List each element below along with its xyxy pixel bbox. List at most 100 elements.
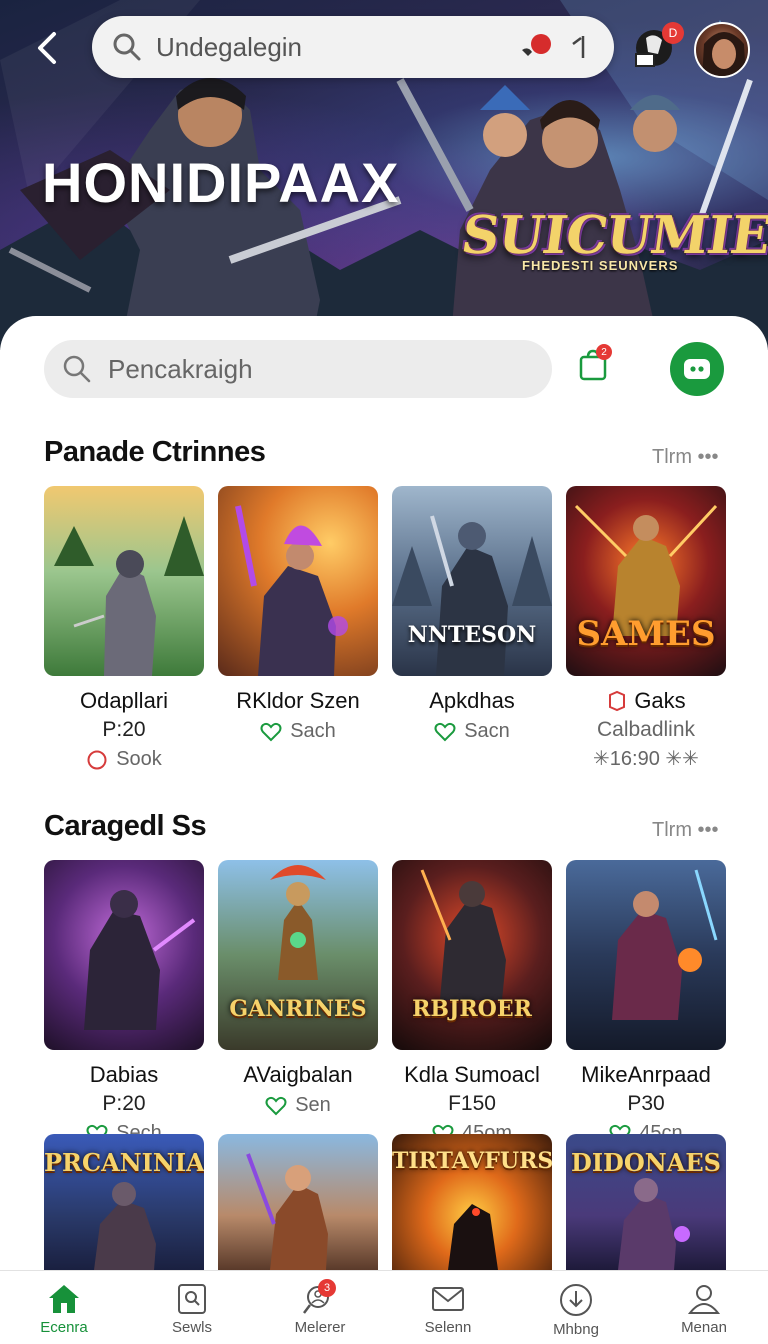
nav-social[interactable]: 3 Melerer: [256, 1271, 384, 1344]
bottom-navigation: Ecenra Sewls 3 Melerer Selenn Mhbng Mena…: [0, 1270, 768, 1344]
game-price: P:20: [102, 718, 146, 741]
heart-icon: [265, 1096, 287, 1115]
nav-social-label: Melerer: [294, 1319, 346, 1336]
search-input[interactable]: Pencakraigh: [44, 340, 552, 398]
game-card[interactable]: DIDONAES: [566, 1134, 726, 1270]
game-thumbnail: [44, 486, 204, 676]
record-button[interactable]: [516, 27, 556, 67]
game-name: Gaks: [634, 688, 686, 713]
game-developer: Calbadlink: [596, 718, 696, 741]
game-card[interactable]: NNTESON Apkdhas Sacn: [392, 486, 552, 743]
game-name: Kdla Sumoacl: [404, 1062, 540, 1087]
search-icon: [63, 355, 91, 383]
home-icon: [49, 1285, 79, 1313]
game-card[interactable]: Dabias P:20 Sech: [44, 860, 204, 1145]
game-thumb-label: RBJROER: [412, 996, 532, 1022]
heart-icon: [434, 722, 456, 741]
search-icon: [178, 1284, 206, 1314]
chat-icon: [684, 359, 710, 379]
game-name: Apkdhas: [429, 688, 515, 713]
notification-button[interactable]: D: [632, 22, 684, 72]
game-name: AVaigbalan: [243, 1062, 353, 1087]
search-icon: [113, 33, 141, 61]
bag-badge: 2: [596, 344, 612, 360]
game-price: F150: [448, 1092, 496, 1115]
game-price: P:20: [102, 1092, 146, 1115]
nav-mail[interactable]: Selenn: [384, 1271, 512, 1344]
profile-icon: [687, 1285, 721, 1314]
avatar[interactable]: [694, 22, 750, 78]
game-status: Sacn: [392, 720, 552, 743]
mail-icon: [432, 1287, 464, 1311]
notification-badge: D: [662, 22, 684, 44]
hero-banner: Undegalegin D HONIDIPAAX SUICUMIES FHEDE…: [0, 0, 768, 350]
game-card[interactable]: SAMES Gaks Calbadlink ✳16:90 ✳✳: [566, 486, 726, 771]
nav-profile[interactable]: Menan: [640, 1271, 768, 1344]
nav-downloads-label: Mhbng: [553, 1321, 599, 1338]
chevron-left-icon: [38, 32, 56, 64]
game-thumb-label: TIRTAVFURS: [392, 1148, 552, 1174]
game-thumb-label: SAMES: [576, 614, 716, 654]
game-card[interactable]: Odapllari P:20 Sook: [44, 486, 204, 771]
game-status-text: Sook: [116, 748, 162, 770]
game-name: MikeAnrpaad: [581, 1062, 711, 1087]
hero-game-subtitle: FHEDESTI SEUNVERS: [522, 258, 679, 273]
game-price: P30: [627, 1092, 665, 1115]
game-thumb-label: NNTESON: [407, 622, 537, 648]
game-name: Odapllari: [79, 688, 169, 713]
game-name: Dabias: [89, 1062, 159, 1087]
section-more-2[interactable]: Tlrm •••: [652, 819, 719, 842]
voice-button[interactable]: [564, 27, 594, 67]
heart-icon: [260, 722, 282, 741]
game-card[interactable]: RBJROER Kdla Sumoacl F150 45om: [392, 860, 552, 1145]
game-thumbnail: [218, 486, 378, 676]
section-title-2: Caragedl Ss: [44, 810, 207, 842]
game-status-text: Sen: [295, 1094, 331, 1116]
top-search-bar[interactable]: Undegalegin: [92, 16, 614, 78]
game-thumbnail: PRCANINIAS: [44, 1134, 204, 1270]
record-dot-icon: [522, 34, 551, 56]
nav-home[interactable]: Ecenra: [0, 1271, 128, 1344]
game-thumbnail: GANRINES: [218, 860, 378, 1050]
game-card[interactable]: [218, 1134, 378, 1270]
game-thumb-label: DIDONAES: [571, 1148, 721, 1177]
nav-downloads[interactable]: Mhbng: [512, 1271, 640, 1344]
game-status: Sook: [44, 748, 204, 771]
nav-social-badge: 3: [318, 1279, 336, 1297]
game-thumbnail: TIRTAVFURS: [392, 1134, 552, 1270]
voice-icon: [572, 36, 585, 58]
nav-home-label: Ecenra: [40, 1319, 88, 1336]
back-button[interactable]: [26, 28, 66, 68]
nav-search-label: Sewls: [171, 1319, 212, 1336]
game-thumbnail: SAMES: [566, 486, 726, 676]
game-status-text: Sach: [290, 720, 336, 742]
section-more-1[interactable]: Tlrm •••: [652, 446, 719, 469]
download-icon: [560, 1284, 592, 1316]
game-name-row: Gaks: [566, 688, 726, 714]
top-search-text: Undegalegin: [156, 31, 303, 62]
hero-game-logo: SUICUMIES: [457, 205, 768, 266]
game-card[interactable]: MikeAnrpaad P30 45cn: [566, 860, 726, 1145]
game-thumbnail: DIDONAES: [566, 1134, 726, 1270]
game-name: RKldor Szen: [236, 688, 360, 713]
game-status: Sen: [218, 1094, 378, 1117]
chat-button[interactable]: [670, 342, 724, 396]
game-thumbnail: [44, 860, 204, 1050]
circle-outline-icon: [87, 750, 107, 769]
game-card[interactable]: GANRINES AVaigbalan Sen: [218, 860, 378, 1117]
game-thumb-label: PRCANINIAS: [44, 1148, 204, 1177]
game-card[interactable]: PRCANINIAS: [44, 1134, 204, 1270]
game-card[interactable]: TIRTAVFURS: [392, 1134, 552, 1270]
game-thumb-label: GANRINES: [229, 996, 367, 1022]
shopping-bag-button[interactable]: 2: [578, 344, 612, 382]
game-meta: ✳16:90 ✳✳: [593, 748, 699, 770]
game-thumbnail: [566, 860, 726, 1050]
game-card[interactable]: RKldor Szen Sach: [218, 486, 378, 743]
section-title-1: Panade Ctrinnes: [44, 436, 266, 468]
tag-icon: [609, 690, 626, 712]
game-status-text: Sacn: [464, 720, 510, 742]
game-thumbnail: [218, 1134, 378, 1270]
nav-profile-label: Menan: [681, 1319, 727, 1336]
nav-search[interactable]: Sewls: [128, 1271, 256, 1344]
nav-mail-label: Selenn: [424, 1319, 472, 1336]
